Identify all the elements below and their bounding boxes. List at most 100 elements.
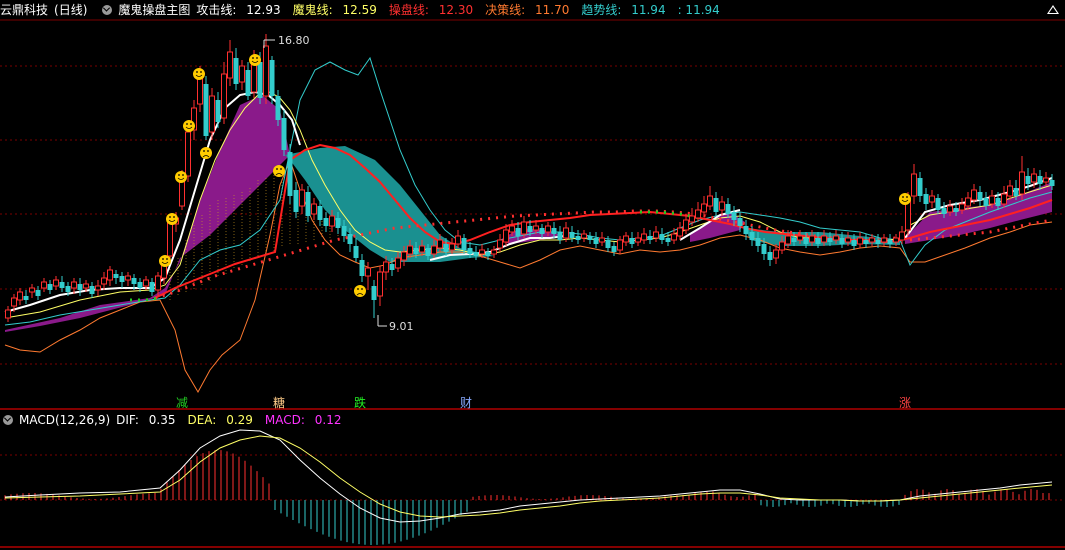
candle-body <box>929 195 935 203</box>
candle-body <box>863 240 869 244</box>
candle-body <box>989 195 995 205</box>
candle-body <box>485 252 491 256</box>
price-chart-canvas[interactable]: 16.80 9.01 减 糖 跌 财 涨 <box>0 0 1065 550</box>
candle-body <box>809 235 815 243</box>
candle-body <box>527 226 533 232</box>
candle-body <box>959 203 965 211</box>
candle-body <box>215 100 221 122</box>
candle-body <box>773 249 779 259</box>
candle-body <box>395 257 401 269</box>
candle-body <box>1013 188 1019 196</box>
candle-body <box>575 236 581 240</box>
candle-body <box>275 96 281 120</box>
candle-body <box>593 238 599 244</box>
signal-fall: 跌 <box>354 395 366 410</box>
candle-body <box>1025 176 1031 184</box>
candle-body <box>263 45 269 97</box>
candle-body <box>707 195 713 207</box>
smile-face-icon <box>183 120 195 132</box>
smile-face-icon <box>899 193 911 205</box>
candle-body <box>791 238 797 242</box>
candle-body <box>581 233 587 239</box>
candle-body <box>71 281 77 289</box>
candle-body <box>785 235 791 245</box>
candle-body <box>965 197 971 207</box>
dif-line <box>4 429 1053 523</box>
candle-body <box>833 235 839 241</box>
candle-body <box>719 201 725 211</box>
candle-body <box>767 252 773 260</box>
candle-body <box>353 246 359 258</box>
candle-body <box>461 238 467 250</box>
candle-body <box>605 240 611 248</box>
candle-body <box>437 239 443 249</box>
candle-body <box>443 244 449 252</box>
candle-body <box>839 238 845 244</box>
candle-body <box>41 281 47 289</box>
candle-body <box>17 291 23 301</box>
signal-sugar: 糖 <box>273 395 285 410</box>
candle-body <box>857 237 863 245</box>
candle-body <box>893 237 899 243</box>
candle-body <box>827 238 833 242</box>
candle-body <box>329 215 335 227</box>
bear-fill-areas <box>285 146 900 262</box>
candle-body <box>155 275 161 291</box>
candle-body <box>305 192 311 216</box>
candle-body <box>533 225 539 231</box>
candle-body <box>695 209 701 219</box>
candle-body <box>947 205 953 213</box>
candle-body <box>755 238 761 246</box>
candle-body <box>503 229 509 243</box>
candle-body <box>23 296 29 300</box>
candle-body <box>1007 185 1013 197</box>
candle-body <box>239 65 245 83</box>
candle-body <box>1031 173 1037 183</box>
sad-face-icon <box>200 147 212 159</box>
candle-body <box>761 244 767 254</box>
candle-body <box>1037 176 1043 184</box>
candle-body <box>725 204 731 214</box>
candle-body <box>977 192 983 200</box>
candle-body <box>131 278 137 284</box>
trend-line <box>4 56 1053 326</box>
candle-body <box>101 277 107 285</box>
candle-body <box>197 77 203 105</box>
candle-body <box>413 248 419 254</box>
candle-body <box>431 245 437 255</box>
signal-labels: 减 糖 跌 财 涨 <box>176 395 911 410</box>
candle-body <box>419 245 425 253</box>
signal-rise: 涨 <box>899 395 911 410</box>
candle-body <box>509 225 515 233</box>
candle-body <box>983 198 989 206</box>
candle-body <box>389 264 395 270</box>
candle-body <box>569 232 575 238</box>
sad-face-icon <box>273 165 285 177</box>
candle-body <box>335 218 341 228</box>
candle-body <box>899 231 905 241</box>
candle-body <box>29 287 35 293</box>
candle-body <box>209 95 215 133</box>
candle-body <box>377 271 383 297</box>
candle-body <box>677 227 683 237</box>
candle-body <box>281 118 287 150</box>
candle-body <box>659 234 665 240</box>
smile-face-icon <box>249 54 261 66</box>
smile-face-icon <box>159 255 171 267</box>
candle-body <box>257 62 263 98</box>
candle-body <box>821 235 827 243</box>
candle-body <box>521 221 527 235</box>
candle-body <box>179 179 185 207</box>
candle-body <box>455 235 461 245</box>
candle-body <box>587 236 593 240</box>
candle-body <box>1043 177 1049 183</box>
candle-body <box>629 238 635 244</box>
candle-body <box>137 282 143 288</box>
candle-body <box>923 194 929 204</box>
candle-body <box>653 231 659 239</box>
candle-body <box>47 284 53 290</box>
candle-body <box>317 206 323 220</box>
candle-body <box>815 238 821 244</box>
candle-body <box>623 235 629 243</box>
candle-body <box>167 221 173 257</box>
